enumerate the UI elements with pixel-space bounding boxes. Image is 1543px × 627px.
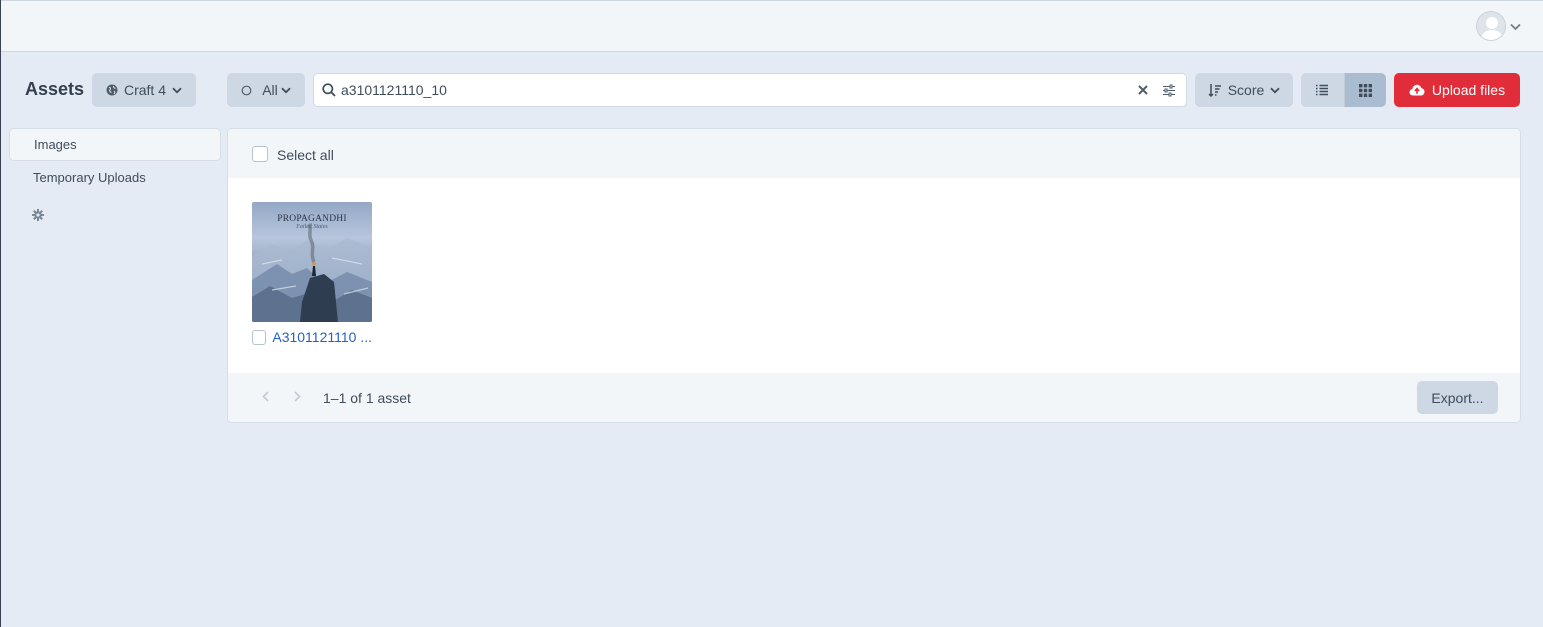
upload-files-label: Upload files bbox=[1431, 82, 1506, 98]
chevron-down-icon bbox=[281, 87, 291, 94]
globe-icon bbox=[106, 84, 118, 96]
search-input[interactable] bbox=[341, 75, 1138, 105]
list-view-button[interactable] bbox=[1301, 73, 1344, 107]
pagination-count: 1–1 of 1 asset bbox=[323, 390, 411, 406]
chevron-down-icon[interactable] bbox=[1510, 18, 1521, 34]
user-avatar[interactable] bbox=[1476, 11, 1506, 41]
sort-label: Score bbox=[1227, 82, 1265, 98]
sources-sidebar: Images Temporary Uploads bbox=[9, 128, 221, 223]
view-mode-toggle bbox=[1301, 73, 1386, 107]
sort-button[interactable]: Score bbox=[1195, 73, 1293, 107]
grid-icon bbox=[1358, 83, 1372, 97]
export-label: Export... bbox=[1431, 389, 1484, 406]
sort-icon bbox=[1208, 83, 1222, 97]
next-page-icon[interactable] bbox=[294, 389, 301, 407]
cloud-upload-icon bbox=[1409, 84, 1425, 96]
site-menu-button[interactable]: Craft 4 bbox=[92, 73, 196, 107]
sidebar-item-temporary-uploads[interactable]: Temporary Uploads bbox=[9, 161, 221, 194]
thumbnail-title-text: PROPAGANDHI bbox=[277, 214, 347, 224]
asset-card: PROPAGANDHI Failed States A3101121110 ..… bbox=[252, 202, 372, 345]
source-filter-label: All bbox=[262, 82, 278, 98]
pager bbox=[262, 389, 301, 407]
search-icon bbox=[322, 83, 336, 97]
asset-caption: A3101121110 ... bbox=[252, 329, 372, 345]
toolbar: Assets Craft 4 All Sco bbox=[1, 73, 1543, 107]
source-filter-button[interactable]: All bbox=[227, 73, 305, 107]
grid-view-button[interactable] bbox=[1343, 73, 1386, 107]
asset-grid: PROPAGANDHI Failed States A3101121110 ..… bbox=[228, 178, 1520, 373]
top-bar bbox=[1, 0, 1543, 52]
previous-page-icon[interactable] bbox=[262, 389, 269, 407]
select-all-checkbox[interactable] bbox=[252, 145, 268, 162]
asset-checkbox[interactable] bbox=[252, 329, 267, 345]
sidebar-item-images[interactable]: Images bbox=[9, 128, 221, 161]
sidebar-item-label: Images bbox=[34, 137, 77, 152]
pagination-bar: 1–1 of 1 asset Export... bbox=[228, 373, 1520, 422]
account-menu[interactable] bbox=[1476, 11, 1521, 41]
sidebar-item-label: Temporary Uploads bbox=[33, 170, 146, 185]
upload-files-button[interactable]: Upload files bbox=[1394, 73, 1520, 107]
asset-thumbnail[interactable]: PROPAGANDHI Failed States bbox=[252, 202, 372, 322]
page-title: Assets bbox=[25, 79, 85, 99]
chevron-down-icon bbox=[1270, 87, 1280, 94]
gear-icon[interactable] bbox=[32, 209, 46, 223]
assets-panel: Select all PROPAGANDHI Failed States A31… bbox=[227, 128, 1521, 423]
list-icon bbox=[1315, 84, 1329, 96]
asset-title-link[interactable]: A3101121110 ... bbox=[272, 329, 372, 345]
circle-icon bbox=[241, 85, 252, 96]
clear-search-icon[interactable] bbox=[1138, 85, 1148, 95]
site-menu-label: Craft 4 bbox=[123, 82, 166, 98]
thumbnail-subtitle-text: Failed States bbox=[296, 224, 328, 230]
filter-sliders-icon[interactable] bbox=[1162, 84, 1176, 97]
export-button[interactable]: Export... bbox=[1417, 381, 1498, 414]
search-box bbox=[313, 73, 1187, 107]
chevron-down-icon bbox=[172, 87, 182, 94]
select-all-bar: Select all bbox=[228, 129, 1520, 178]
select-all-label[interactable]: Select all bbox=[277, 147, 334, 163]
